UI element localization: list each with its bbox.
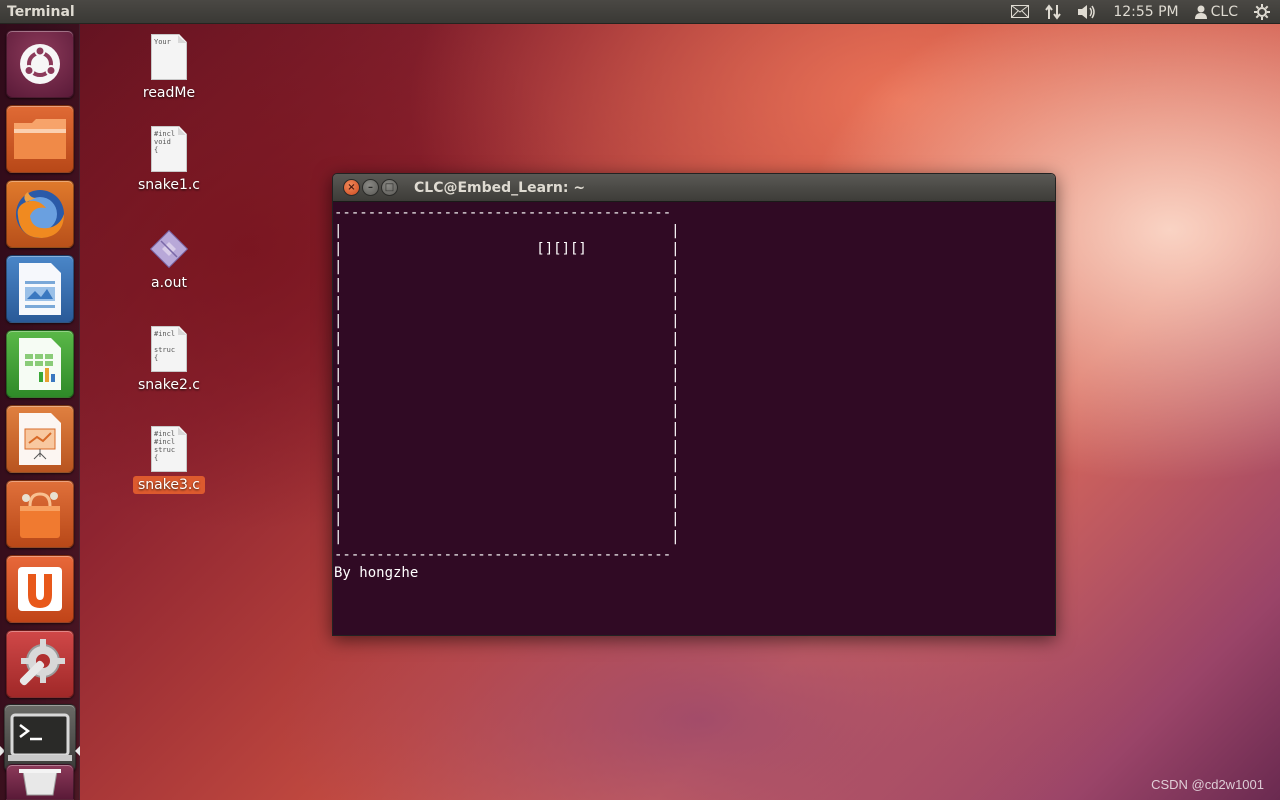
launcher-dash-home[interactable] [6,30,74,98]
writer-icon [19,263,61,315]
desktop-icon-label: a.out [151,275,187,291]
settings-icon [19,639,65,686]
terminal-title: CLC@Embed_Learn: ~ [414,179,586,196]
indicator-area: 12:55 PM CLC [1011,3,1280,20]
desktop-icon-label: snake2.c [137,377,201,393]
firefox-icon [16,190,64,238]
trash-icon [19,769,61,796]
desktop-icon-aout[interactable]: a.out [129,228,209,292]
clock[interactable]: 12:55 PM [1113,4,1178,20]
maximize-button[interactable]: □ [381,179,398,196]
executable-icon [149,229,189,269]
calc-icon [19,338,61,390]
desktop-icon-snake1[interactable]: #incl void { snake1.c [129,126,209,194]
c-source-file-icon: #incl void { [151,126,187,172]
c-source-file-icon: #incl struc { [151,326,187,372]
text-file-icon: Your [151,34,187,80]
launcher-libreoffice-impress[interactable] [6,405,74,473]
c-source-file-icon: #incl #incl struc { [151,426,187,472]
user-menu[interactable]: CLC [1194,3,1238,20]
desktop-icon-label: snake1.c [137,177,201,193]
impress-icon [19,413,61,465]
terminal-window[interactable]: × – □ CLC@Embed_Learn: ~ ---------------… [332,173,1056,636]
desktop-icon-label: snake3.c [132,476,206,494]
desktop-icon-readme[interactable]: Your readMe [129,34,209,102]
launcher [0,24,80,800]
launcher-libreoffice-writer[interactable] [6,255,74,323]
mail-icon[interactable] [1011,5,1030,18]
active-app-title: Terminal [7,3,75,20]
minimize-button[interactable]: – [362,179,379,196]
desktop-icon-label: readMe [142,85,196,101]
terminal-output[interactable]: ----------------------------------------… [333,202,1055,635]
launcher-ubuntu-one[interactable] [6,555,74,623]
close-button[interactable]: × [343,179,360,196]
shopping-bag-icon [20,492,60,538]
watermark: CSDN @cd2w1001 [1151,777,1264,792]
top-panel: Terminal 12:55 PM CLC [0,0,1280,24]
ubuntu-logo-icon [20,44,60,84]
clock-time: 12:55 PM [1113,3,1179,20]
network-icon[interactable] [1045,3,1062,20]
running-indicator-right [75,746,80,756]
launcher-firefox[interactable] [6,180,74,248]
launcher-software-center[interactable] [6,480,74,548]
ubuntu-one-icon [18,567,62,611]
launcher-trash[interactable] [6,764,74,800]
launcher-system-settings[interactable] [6,630,74,698]
folder-icon [14,119,66,159]
launcher-terminal[interactable] [4,704,76,772]
desktop-icon-snake3[interactable]: #incl #incl struc { snake3.c [129,426,209,494]
volume-icon[interactable] [1077,4,1097,20]
terminal-titlebar[interactable]: × – □ CLC@Embed_Learn: ~ [333,174,1055,202]
power-icon[interactable] [1254,3,1270,20]
user-name: CLC [1210,3,1238,20]
launcher-libreoffice-calc[interactable] [6,330,74,398]
desktop-icon-snake2[interactable]: #incl struc { snake2.c [129,326,209,394]
terminal-icon [8,713,72,761]
launcher-files[interactable] [6,105,74,173]
user-icon [1194,5,1207,19]
